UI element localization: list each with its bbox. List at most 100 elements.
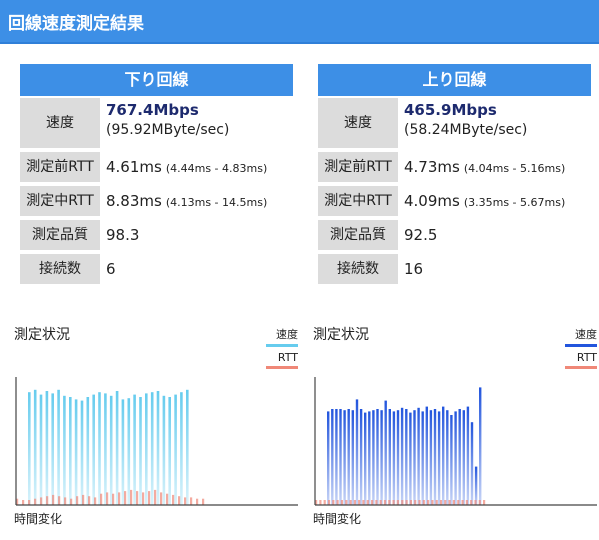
rtt-bar [414,500,417,505]
rtt-bar [94,497,97,505]
rtt-bar [431,500,434,505]
rtt-bar [465,500,468,505]
rtt-bar [100,493,103,505]
speed-bar [433,409,437,505]
rtt-bar [112,493,115,505]
quality-value: 92.5 [404,226,438,244]
legend-speed-swatch [565,344,597,347]
rtt-bar [371,500,374,505]
speed-bar [384,400,387,505]
speed-bar [368,411,371,505]
speed-bar [327,411,330,505]
speed-bar [162,395,166,505]
rtt-bar [470,500,473,505]
speed-bar [442,406,445,505]
rtt-bar [190,497,193,505]
speed-bar [474,466,478,505]
rtt-bar [46,496,49,505]
speed-bar [396,410,400,505]
rtt-bar [375,500,378,505]
speed-bar [150,392,154,505]
legend-rtt-swatch [266,366,298,369]
rtt-before-value: 4.61ms (4.44ms - 4.83ms) [106,152,267,184]
rtt-during-label: 測定中RTT [318,186,398,216]
rtt-bar [418,500,421,505]
rtt-during-value: 8.83ms (4.13ms - 14.5ms) [106,186,267,218]
rtt-bar [202,498,205,505]
speed-bar [372,410,375,505]
legend-rtt-swatch [565,366,597,369]
legend-rtt: RTT [266,351,298,369]
row-quality: 測定品質 98.3 [20,220,293,250]
rtt-bar [172,494,175,505]
speed-label: 速度 [20,98,100,148]
rtt-before-label: 測定前RTT [20,152,100,182]
rtt-bar [28,500,31,505]
chart-x-axis-label: 時間変化 [313,512,362,526]
speed-bar [74,399,78,505]
rtt-bar [340,500,343,505]
rtt-bar [383,500,387,505]
rtt-bar [88,496,91,505]
rtt-bar [405,500,408,505]
rtt-bar [444,500,447,505]
legend-speed: 速度 [266,326,298,347]
speed-bar [104,393,107,505]
speed-bar [109,395,113,505]
rtt-during-label: 測定中RTT [20,186,100,216]
connections-label: 接続数 [318,254,398,284]
speed-bar [127,398,131,505]
speed-bar [69,397,72,505]
download-panel-title: 下り回線 [20,64,293,96]
speed-bar [450,415,453,505]
speed-bar [121,399,125,505]
speed-bar [400,407,404,505]
rtt-bar [392,500,395,505]
speed-bar [380,410,383,505]
rtt-bar [82,494,85,505]
rtt-bar [435,500,438,505]
legend-rtt-label: RTT [576,351,597,364]
speed-mbyte: (95.92MByte/sec) [106,122,230,138]
speed-bar [335,409,338,505]
rtt-bar [160,492,163,505]
speed-bar [33,389,37,505]
connections-value: 16 [404,260,424,278]
speed-bar [417,407,420,505]
speed-bar [168,397,171,505]
speed-bar [470,422,474,505]
speed-bar [421,411,424,505]
speed-bar [446,410,449,505]
chart-title: 測定状況 [313,327,369,343]
speed-bar [98,392,101,505]
rtt-bar [118,492,121,505]
speed-bar [466,406,470,505]
speed-bar [331,409,334,505]
speed-bar [355,399,359,505]
chart-x-axis-label: 時間変化 [14,512,63,526]
quality-label: 測定品質 [20,220,100,250]
speed-bar [156,391,160,505]
legend-speed-label: 速度 [575,328,597,341]
speed-bar [413,410,416,505]
rtt-bar [142,492,145,505]
legend-rtt-label: RTT [277,351,298,364]
rtt-bar [34,498,37,505]
connections-value: 6 [106,260,116,278]
page-header: 回線速度測定結果 [0,0,599,44]
speed-bar [343,410,346,505]
speed-bar [57,389,60,505]
speed-bar [92,394,95,505]
rtt-during-range: (3.35ms - 5.67ms) [463,196,566,209]
rtt-bar [362,500,365,505]
speed-bar [392,411,396,505]
rtt-before-average: 4.73ms [404,158,460,176]
legend-rtt: RTT [565,351,597,369]
rtt-during-average: 4.09ms [404,192,460,210]
legend-speed: 速度 [565,326,597,347]
speed-bar [186,389,189,505]
speed-bar [364,412,367,505]
chart-plot-area [15,377,298,506]
rtt-bar [461,500,464,505]
speed-bar [405,409,408,505]
